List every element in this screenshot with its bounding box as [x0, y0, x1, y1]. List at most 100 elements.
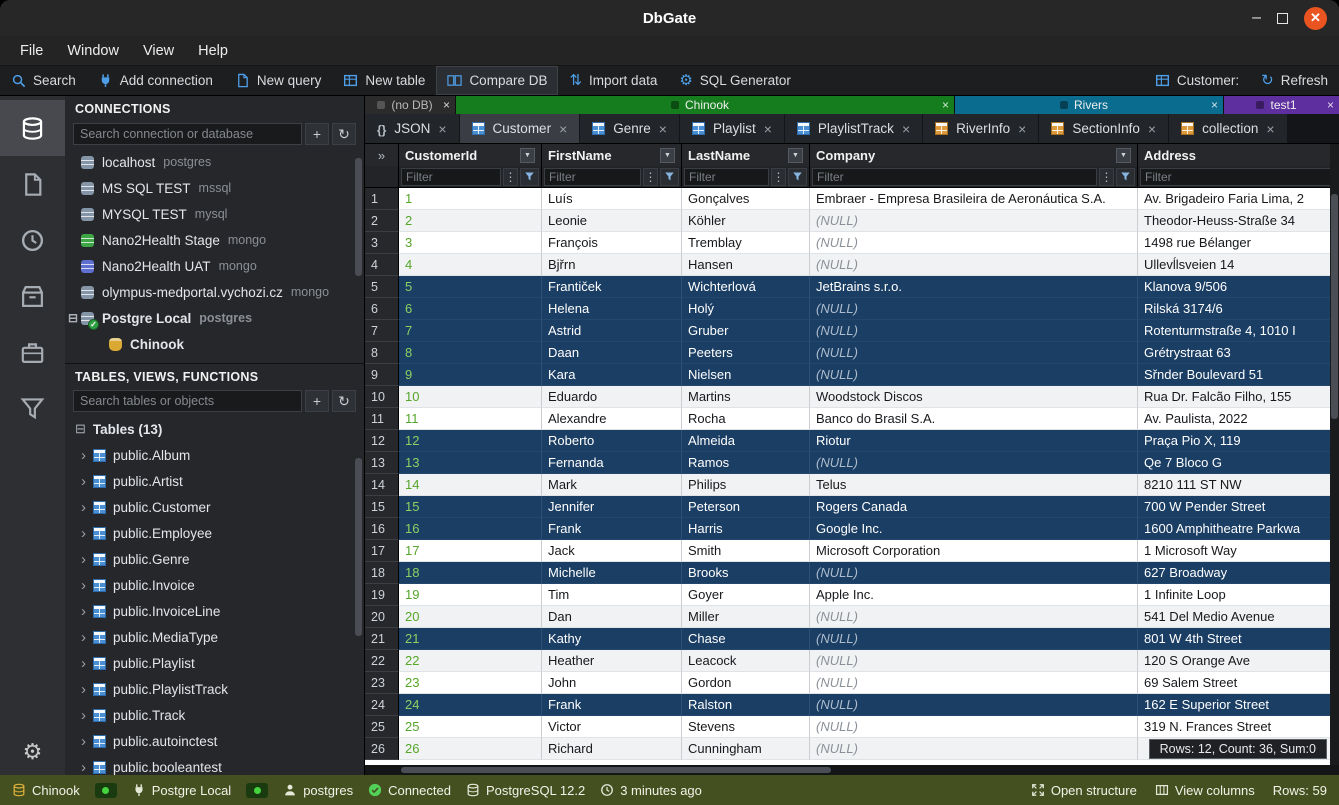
filter-funnel-button[interactable] [520, 168, 539, 186]
table-list-item[interactable]: public.Customer [65, 494, 364, 520]
cell-customerid[interactable]: 8 [399, 342, 542, 364]
cell-lastname[interactable]: Tremblay [682, 232, 810, 254]
table-list-item[interactable]: public.Album [65, 442, 364, 468]
cell-lastname[interactable]: Goyer [682, 584, 810, 606]
cell-firstname[interactable]: Fernanda [542, 452, 682, 474]
table-row[interactable]: 8 8 Daan Peeters (NULL) Grétrystraat 63 [365, 342, 1339, 364]
menu-item[interactable]: View [131, 43, 186, 59]
filter-menu-button[interactable] [503, 168, 518, 186]
maximize-button[interactable] [1277, 13, 1288, 24]
cell-firstname[interactable]: François [542, 232, 682, 254]
chevron-right-icon[interactable] [81, 656, 86, 671]
cell-firstname[interactable]: Michelle [542, 562, 682, 584]
row-number[interactable]: 25 [365, 716, 399, 738]
cell-company[interactable]: Riotur [810, 430, 1138, 452]
chevron-right-icon[interactable] [81, 708, 86, 723]
table-row[interactable]: 5 5 Frantiček Wichterlová JetBrains s.r.… [365, 276, 1339, 298]
row-number[interactable]: 16 [365, 518, 399, 540]
table-row[interactable]: 21 21 Kathy Chase (NULL) 801 W 4th Stree… [365, 628, 1339, 650]
database-tab[interactable]: (no DB) [365, 96, 455, 114]
connection-item[interactable]: Chinook [65, 331, 364, 357]
cell-company[interactable]: (NULL) [810, 342, 1138, 364]
cell-address[interactable]: 69 Salem Street [1138, 672, 1339, 694]
column-header[interactable]: Company [810, 144, 1138, 166]
connection-item[interactable]: olympus-medportal.vychozi.cz mongo [65, 279, 364, 305]
cell-company[interactable]: Microsoft Corporation [810, 540, 1138, 562]
cell-lastname[interactable]: Martins [682, 386, 810, 408]
search-button[interactable]: Search [0, 66, 87, 95]
cell-company[interactable]: (NULL) [810, 562, 1138, 584]
cell-firstname[interactable]: Roberto [542, 430, 682, 452]
close-icon[interactable] [1266, 121, 1274, 137]
row-number[interactable]: 19 [365, 584, 399, 606]
cell-company[interactable]: (NULL) [810, 606, 1138, 628]
row-number[interactable]: 4 [365, 254, 399, 276]
cell-company[interactable]: Telus [810, 474, 1138, 496]
chevron-right-icon[interactable] [81, 760, 86, 775]
column-header[interactable]: Address [1138, 144, 1339, 166]
chevron-right-icon[interactable] [81, 474, 86, 489]
row-number[interactable]: 22 [365, 650, 399, 672]
cell-company[interactable]: Embraer - Empresa Brasileira de Aeronáut… [810, 188, 1138, 210]
cell-firstname[interactable]: Leonie [542, 210, 682, 232]
cell-firstname[interactable]: Dan [542, 606, 682, 628]
sidebar-item-archive[interactable] [0, 268, 65, 324]
cell-customerid[interactable]: 14 [399, 474, 542, 496]
row-number[interactable]: 7 [365, 320, 399, 342]
cell-company[interactable]: (NULL) [810, 254, 1138, 276]
cell-address[interactable]: 700 W Pender Street [1138, 496, 1339, 518]
table-row[interactable]: 15 15 Jennifer Peterson Rogers Canada 70… [365, 496, 1339, 518]
table-list-item[interactable]: public.Playlist [65, 650, 364, 676]
row-number[interactable]: 13 [365, 452, 399, 474]
horizontal-scrollbar[interactable] [365, 765, 1339, 775]
table-row[interactable]: 25 25 Victor Stevens (NULL) 319 N. Franc… [365, 716, 1339, 738]
cell-lastname[interactable]: Peeters [682, 342, 810, 364]
filter-input[interactable] [544, 168, 641, 186]
tables-scrollbar[interactable] [355, 458, 362, 636]
row-number[interactable]: 2 [365, 210, 399, 232]
close-icon[interactable] [942, 98, 949, 112]
cell-company[interactable]: (NULL) [810, 320, 1138, 342]
sidebar-item-plugins[interactable] [0, 324, 65, 380]
column-header[interactable]: CustomerId [399, 144, 542, 166]
table-list-item[interactable]: public.Invoice [65, 572, 364, 598]
column-header[interactable]: FirstName [542, 144, 682, 166]
sidebar-item-files[interactable] [0, 156, 65, 212]
cell-lastname[interactable]: Ralston [682, 694, 810, 716]
cell-firstname[interactable]: Richard [542, 738, 682, 760]
table-list-item[interactable]: public.Employee [65, 520, 364, 546]
cell-firstname[interactable]: Luís [542, 188, 682, 210]
menu-item[interactable]: Help [186, 43, 240, 59]
cell-firstname[interactable]: Kara [542, 364, 682, 386]
sidebar-item-filters[interactable] [0, 380, 65, 436]
row-number[interactable]: 17 [365, 540, 399, 562]
refresh-tables-button[interactable] [332, 390, 356, 412]
column-dropdown-button[interactable] [788, 148, 803, 163]
cell-firstname[interactable]: Daan [542, 342, 682, 364]
cell-lastname[interactable]: Gordon [682, 672, 810, 694]
cell-lastname[interactable]: Leacock [682, 650, 810, 672]
cell-address[interactable]: 1498 rue Bélanger [1138, 232, 1339, 254]
cell-customerid[interactable]: 20 [399, 606, 542, 628]
filter-menu-button[interactable] [1099, 168, 1114, 186]
cell-firstname[interactable]: John [542, 672, 682, 694]
chevron-right-icon[interactable] [81, 578, 86, 593]
cell-firstname[interactable]: Eduardo [542, 386, 682, 408]
cell-address[interactable]: 1 Microsoft Way [1138, 540, 1339, 562]
close-icon[interactable] [659, 121, 667, 137]
cell-firstname[interactable]: Kathy [542, 628, 682, 650]
row-number[interactable]: 26 [365, 738, 399, 760]
cell-customerid[interactable]: 9 [399, 364, 542, 386]
column-dropdown-button[interactable] [1116, 148, 1131, 163]
table-row[interactable]: 4 4 Bjřrn Hansen (NULL) Ullevĺlsveien 14 [365, 254, 1339, 276]
connection-item[interactable]: localhost postgres [65, 149, 364, 175]
horizontal-scrollbar-thumb[interactable] [401, 767, 831, 773]
cell-company[interactable]: Rogers Canada [810, 496, 1138, 518]
cell-company[interactable]: (NULL) [810, 210, 1138, 232]
cell-lastname[interactable]: Peterson [682, 496, 810, 518]
chevron-right-icon[interactable] [81, 630, 86, 645]
cell-company[interactable]: Banco do Brasil S.A. [810, 408, 1138, 430]
sidebar-item-connections[interactable] [0, 100, 65, 156]
table-row[interactable]: 14 14 Mark Philips Telus 8210 111 ST NW [365, 474, 1339, 496]
database-tab[interactable]: Chinook [456, 96, 954, 114]
